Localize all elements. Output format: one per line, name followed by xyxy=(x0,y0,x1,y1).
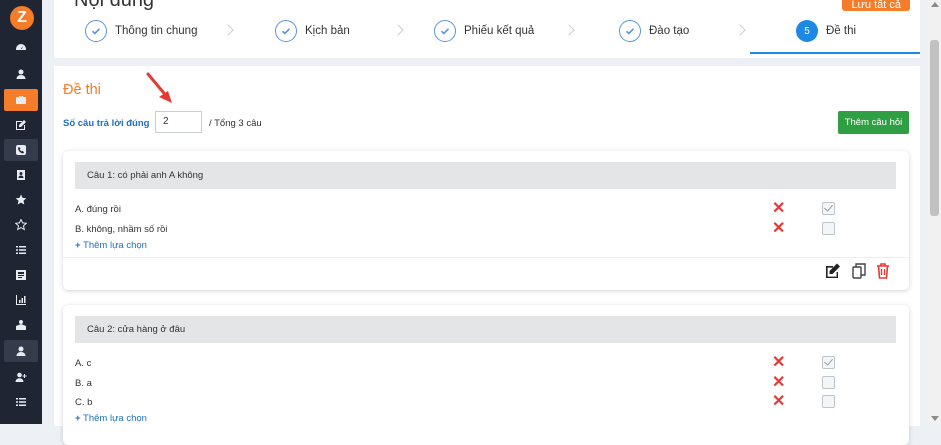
step-result-form[interactable]: Phiếu kết quả xyxy=(434,20,534,42)
chevron-right-icon xyxy=(734,24,746,36)
briefcase-icon[interactable] xyxy=(4,89,38,111)
plus-icon: + xyxy=(75,413,81,424)
check-circle-icon xyxy=(619,20,641,42)
add-option-link[interactable]: + Thêm lựa chọn xyxy=(75,413,147,424)
remove-option-icon[interactable]: ✕ xyxy=(772,394,785,410)
remove-option-icon[interactable]: ✕ xyxy=(772,221,785,237)
correct-checkbox[interactable] xyxy=(822,376,835,389)
list-alt-icon[interactable] xyxy=(0,391,42,413)
main-area: Nội dung Lưu tất cả Thông tin chung Kịch… xyxy=(42,0,928,445)
step-exam[interactable]: 5 Đề thi xyxy=(796,20,856,42)
add-option-link[interactable]: + Thêm lựa chọn xyxy=(75,240,147,251)
user-icon[interactable] xyxy=(0,63,42,85)
add-option-label: Thêm lựa chọn xyxy=(83,413,147,424)
step-training[interactable]: Đào tạo xyxy=(619,20,689,42)
correct-checkbox[interactable] xyxy=(822,202,835,215)
trash-icon[interactable] xyxy=(874,262,892,280)
chevron-right-icon xyxy=(563,24,575,36)
step-number: 5 xyxy=(796,20,818,42)
add-user-icon[interactable] xyxy=(0,366,42,388)
option-text: C. b xyxy=(75,397,93,408)
copy-icon[interactable] xyxy=(850,262,868,280)
question-title: Câu 2: cửa hàng ở đâu xyxy=(75,316,896,343)
step-general-info[interactable]: Thông tin chung xyxy=(85,20,197,42)
card-divider xyxy=(63,257,909,258)
question-card: Câu 1: có phải anh A không A. đúng rồi ✕… xyxy=(63,151,909,290)
step-label: Kịch bản xyxy=(305,25,350,37)
scroll-up-icon[interactable] xyxy=(931,2,939,7)
star-check-icon[interactable] xyxy=(0,189,42,211)
save-all-button[interactable]: Lưu tất cả xyxy=(842,0,910,11)
scrollbar-thumb[interactable] xyxy=(930,40,939,216)
dashboard-icon[interactable] xyxy=(0,37,42,59)
question-title: Câu 1: có phải anh A không xyxy=(75,162,896,189)
correct-checkbox[interactable] xyxy=(822,356,835,369)
check-circle-icon xyxy=(275,20,297,42)
add-option-label: Thêm lựa chọn xyxy=(83,240,147,251)
total-questions-text: / Tổng 3 câu xyxy=(209,118,262,129)
section-title: Đề thi xyxy=(63,82,101,98)
option-text: A. c xyxy=(75,358,92,369)
star-icon[interactable] xyxy=(0,214,42,236)
option-text: B. không, nhầm số rồi xyxy=(75,224,168,235)
remove-option-icon[interactable]: ✕ xyxy=(772,201,785,217)
check-circle-icon xyxy=(85,20,107,42)
edit-icon[interactable] xyxy=(824,262,842,280)
step-header: Nội dung Lưu tất cả Thông tin chung Kịch… xyxy=(54,0,920,58)
step-scenario[interactable]: Kịch bản xyxy=(275,20,350,42)
chevron-right-icon xyxy=(222,24,234,36)
remove-option-icon[interactable]: ✕ xyxy=(772,355,785,371)
step-label: Thông tin chung xyxy=(115,25,198,37)
training-icon[interactable] xyxy=(0,314,42,336)
exam-panel: Đề thi Số câu trả lời đúng 2 / Tổng 3 câ… xyxy=(54,66,920,445)
step-label: Đề thi xyxy=(826,25,857,37)
question-card: Câu 2: cửa hàng ở đâu A. c ✕ B. a ✕ C. b… xyxy=(63,305,909,445)
correct-answers-label: Số câu trả lời đúng xyxy=(63,118,150,129)
bar-chart-icon[interactable] xyxy=(0,289,42,311)
correct-answers-input[interactable]: 2 xyxy=(155,111,202,133)
red-arrow-icon xyxy=(146,72,172,103)
chevron-right-icon xyxy=(392,24,404,36)
step-label: Đào tạo xyxy=(649,25,690,37)
contact-book-icon[interactable] xyxy=(0,164,42,186)
add-question-button[interactable]: Thêm câu hỏi xyxy=(838,111,909,134)
option-text: A. đúng rồi xyxy=(75,204,121,215)
scroll-down-icon[interactable] xyxy=(931,416,939,421)
user-circle-icon[interactable] xyxy=(4,340,38,362)
phone-icon[interactable] xyxy=(4,139,38,161)
list-icon[interactable] xyxy=(0,239,42,261)
correct-checkbox[interactable] xyxy=(822,222,835,235)
page-title: Nội dung xyxy=(74,0,155,11)
edit-icon[interactable] xyxy=(0,114,42,136)
active-step-underline xyxy=(750,52,920,54)
remove-option-icon[interactable]: ✕ xyxy=(772,375,785,391)
plus-icon: + xyxy=(75,240,81,251)
app-logo[interactable]: Z xyxy=(10,6,34,30)
step-label: Phiếu kết quả xyxy=(464,25,535,37)
option-text: B. a xyxy=(75,378,92,389)
news-icon[interactable] xyxy=(0,264,42,286)
check-circle-icon xyxy=(434,20,456,42)
correct-checkbox[interactable] xyxy=(822,395,835,408)
sidebar: Z xyxy=(0,0,42,424)
